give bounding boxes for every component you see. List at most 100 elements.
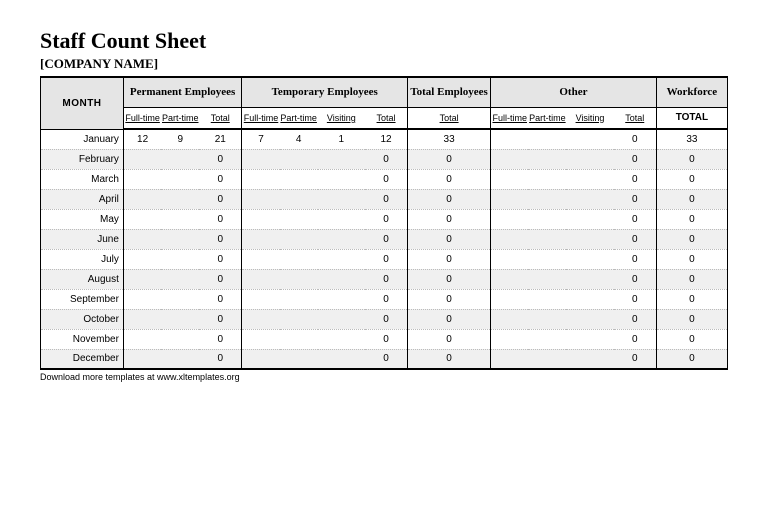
cell-pFull — [123, 289, 161, 309]
cell-eTot: 0 — [408, 309, 491, 329]
cell-tFull — [242, 209, 280, 229]
cell-tFull — [242, 149, 280, 169]
cell-tFull — [242, 289, 280, 309]
cell-pTot: 0 — [199, 309, 242, 329]
col-perm-full: Full-time — [123, 107, 161, 129]
cell-eTot: 33 — [408, 129, 491, 149]
cell-tTot: 0 — [365, 289, 408, 309]
cell-tTot: 0 — [365, 329, 408, 349]
cell-tVis — [318, 329, 365, 349]
cell-pPart — [161, 289, 199, 309]
cell-eTot: 0 — [408, 349, 491, 369]
cell-oTot: 0 — [614, 269, 657, 289]
cell-tVis — [318, 189, 365, 209]
cell-oTot: 0 — [614, 329, 657, 349]
cell-oVis — [566, 289, 613, 309]
cell-tPart — [280, 189, 318, 209]
table-row: April00000 — [41, 189, 728, 209]
cell-oFull — [491, 209, 529, 229]
cell-oFull — [491, 129, 529, 149]
cell-tPart — [280, 289, 318, 309]
cell-tFull — [242, 249, 280, 269]
cell-oPart — [528, 209, 566, 229]
col-permanent: Permanent Employees — [123, 77, 241, 107]
cell-wTot: 0 — [656, 309, 727, 329]
col-workforce: Workforce — [656, 77, 727, 107]
cell-tTot: 12 — [365, 129, 408, 149]
cell-month: September — [41, 289, 124, 309]
cell-month: August — [41, 269, 124, 289]
cell-eTot: 0 — [408, 209, 491, 229]
cell-oPart — [528, 329, 566, 349]
cell-wTot: 0 — [656, 229, 727, 249]
cell-pPart — [161, 249, 199, 269]
cell-oFull — [491, 149, 529, 169]
col-temp-full: Full-time — [242, 107, 280, 129]
cell-tPart — [280, 249, 318, 269]
cell-pTot: 0 — [199, 149, 242, 169]
col-perm-part: Part-time — [161, 107, 199, 129]
cell-oFull — [491, 289, 529, 309]
col-temp-visiting: Visiting — [318, 107, 365, 129]
cell-tVis — [318, 169, 365, 189]
cell-pFull — [123, 309, 161, 329]
cell-month: July — [41, 249, 124, 269]
cell-month: March — [41, 169, 124, 189]
cell-pTot: 0 — [199, 269, 242, 289]
cell-tFull: 7 — [242, 129, 280, 149]
cell-tVis — [318, 209, 365, 229]
cell-wTot: 0 — [656, 329, 727, 349]
cell-tTot: 0 — [365, 209, 408, 229]
cell-tPart — [280, 309, 318, 329]
cell-tPart: 4 — [280, 129, 318, 149]
cell-oVis — [566, 329, 613, 349]
col-temp-total: Total — [365, 107, 408, 129]
cell-month: October — [41, 309, 124, 329]
cell-pTot: 0 — [199, 229, 242, 249]
cell-oFull — [491, 269, 529, 289]
cell-oFull — [491, 329, 529, 349]
cell-tTot: 0 — [365, 349, 408, 369]
cell-eTot: 0 — [408, 249, 491, 269]
cell-tVis: 1 — [318, 129, 365, 149]
cell-pTot: 0 — [199, 289, 242, 309]
cell-wTot: 0 — [656, 149, 727, 169]
cell-tPart — [280, 209, 318, 229]
cell-tPart — [280, 229, 318, 249]
cell-oVis — [566, 349, 613, 369]
col-other-total: Total — [614, 107, 657, 129]
cell-oVis — [566, 269, 613, 289]
cell-oPart — [528, 149, 566, 169]
cell-month: December — [41, 349, 124, 369]
cell-eTot: 0 — [408, 229, 491, 249]
staff-count-table: MONTH Permanent Employees Temporary Empl… — [40, 76, 728, 370]
cell-pFull — [123, 349, 161, 369]
cell-wTot: 0 — [656, 169, 727, 189]
cell-oVis — [566, 169, 613, 189]
cell-pPart — [161, 269, 199, 289]
col-emp-total: Total — [408, 107, 491, 129]
col-other-full: Full-time — [491, 107, 529, 129]
cell-month: April — [41, 189, 124, 209]
cell-pTot: 0 — [199, 169, 242, 189]
table-row: November00000 — [41, 329, 728, 349]
cell-pFull — [123, 229, 161, 249]
cell-pPart — [161, 309, 199, 329]
cell-tVis — [318, 249, 365, 269]
cell-tVis — [318, 269, 365, 289]
cell-oTot: 0 — [614, 349, 657, 369]
cell-pFull — [123, 189, 161, 209]
cell-pPart: 9 — [161, 129, 199, 149]
cell-oTot: 0 — [614, 289, 657, 309]
cell-tFull — [242, 189, 280, 209]
cell-pPart — [161, 189, 199, 209]
cell-oPart — [528, 349, 566, 369]
cell-oTot: 0 — [614, 149, 657, 169]
cell-oFull — [491, 229, 529, 249]
cell-pFull — [123, 329, 161, 349]
table-row: July00000 — [41, 249, 728, 269]
cell-oFull — [491, 349, 529, 369]
cell-tFull — [242, 309, 280, 329]
cell-wTot: 0 — [656, 189, 727, 209]
cell-tTot: 0 — [365, 149, 408, 169]
